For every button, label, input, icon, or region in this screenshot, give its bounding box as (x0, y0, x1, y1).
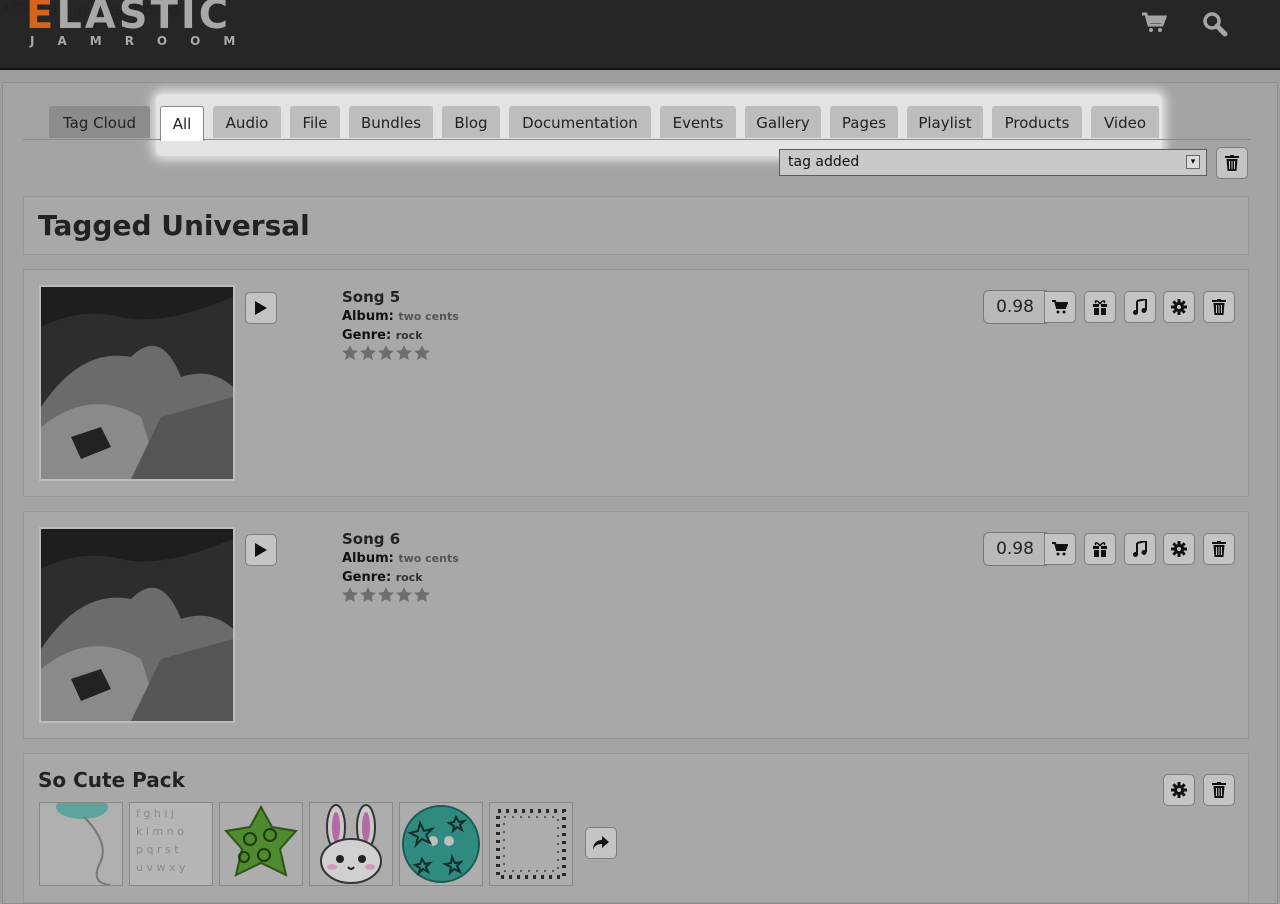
delete-button[interactable] (1203, 291, 1235, 323)
tab-gallery[interactable]: Gallery (745, 106, 821, 138)
trash-icon (1212, 541, 1226, 557)
add-to-playlist-button[interactable] (1124, 291, 1156, 323)
chevron-down-icon: ▾ (1186, 155, 1200, 169)
svg-text:k l m n o: k l m n o (136, 825, 184, 838)
play-icon (255, 543, 267, 557)
tab-pages[interactable]: Pages (830, 106, 898, 138)
bundle-thumbnail[interactable]: f g h i j k l m n o p q r s t u v w x y (129, 802, 213, 886)
bundle-thumbnail[interactable] (219, 802, 303, 886)
rating-stars[interactable] (342, 587, 432, 607)
tab-products[interactable]: Products (992, 106, 1082, 138)
settings-button[interactable] (1163, 291, 1195, 323)
tab-documentation[interactable]: Documentation (509, 106, 651, 138)
price-display: 0.98 (983, 532, 1047, 566)
tab-events[interactable]: Events (660, 106, 736, 138)
trash-icon (1212, 782, 1226, 798)
delete-button[interactable] (1203, 774, 1235, 806)
settings-button[interactable] (1163, 774, 1195, 806)
song-album: Album: two cents (342, 551, 459, 566)
logo-wordmark: ELASTIC (26, 0, 232, 38)
song-artwork[interactable] (39, 285, 235, 481)
bundle-item: So Cute Pack f g h i j k l m n o p q r s t… (23, 753, 1249, 903)
bundle-thumbnail[interactable] (489, 802, 573, 886)
gear-icon (1171, 299, 1187, 315)
music-note-icon (1133, 541, 1147, 557)
song-genre: Genre: rock (342, 570, 423, 585)
add-to-cart-button[interactable] (1044, 533, 1076, 565)
tab-tag-cloud[interactable]: Tag Cloud (49, 106, 150, 138)
tab-audio[interactable]: Audio (213, 106, 281, 138)
song-item: Song 5 Album: two cents Genre: rock 0.98 (23, 269, 1249, 497)
price-display: 0.98 (983, 290, 1047, 324)
settings-button[interactable] (1163, 533, 1195, 565)
svg-text:p q r s t: p q r s t (136, 843, 179, 856)
trash-icon (1212, 299, 1226, 315)
bundle-thumbnail[interactable] (39, 802, 123, 886)
page-title-block: Tagged Universal (23, 196, 1249, 255)
trash-icon (1225, 155, 1239, 171)
sort-select-value: tag added (788, 154, 860, 170)
bundle-thumbnail[interactable] (399, 802, 483, 886)
song-artwork[interactable] (39, 527, 235, 723)
search-icon[interactable] (1202, 11, 1228, 41)
song-title[interactable]: Song 6 (342, 530, 400, 548)
bundle-thumbnail[interactable] (309, 802, 393, 886)
tab-video[interactable]: Video (1091, 106, 1159, 138)
rating-stars[interactable] (342, 345, 432, 365)
tab-all[interactable]: All (160, 106, 204, 141)
song-album: Album: two cents (342, 309, 459, 324)
add-to-cart-button[interactable] (1044, 291, 1076, 323)
play-button[interactable] (245, 292, 277, 324)
song-item: Song 6 Album: two cents Genre: rock 0.98 (23, 511, 1249, 739)
gift-button[interactable] (1084, 291, 1116, 323)
main-panel: Tag Cloud All Audio File Bundles Blog Do… (2, 82, 1278, 904)
cart-icon (1052, 300, 1068, 314)
delete-tag-button[interactable] (1216, 147, 1248, 179)
tabs-divider (23, 139, 1251, 140)
delete-button[interactable] (1203, 533, 1235, 565)
play-button[interactable] (245, 534, 277, 566)
page-title: Tagged Universal (38, 209, 310, 242)
svg-text:f g h i j: f g h i j (136, 807, 174, 820)
music-note-icon (1133, 299, 1147, 315)
gear-icon (1171, 541, 1187, 557)
play-icon (255, 301, 267, 315)
gift-icon (1092, 541, 1108, 557)
share-arrow-icon (593, 836, 609, 850)
add-to-playlist-button[interactable] (1124, 533, 1156, 565)
share-button[interactable] (585, 827, 617, 859)
tab-blog[interactable]: Blog (442, 106, 500, 138)
tab-bundles[interactable]: Bundles (349, 106, 433, 138)
gift-icon (1092, 299, 1108, 315)
gift-button[interactable] (1084, 533, 1116, 565)
svg-text:u v w x y: u v w x y (136, 861, 186, 874)
cart-icon[interactable] (1141, 12, 1168, 38)
song-genre: Genre: rock (342, 328, 423, 343)
logo-subtitle: JAMROOM (30, 34, 259, 48)
bundle-title[interactable]: So Cute Pack (38, 768, 185, 792)
site-logo[interactable]: ELASTIC JAMROOM (26, 0, 258, 48)
tab-file[interactable]: File (290, 106, 340, 138)
cart-icon (1052, 542, 1068, 556)
sort-select[interactable]: tag added ▾ (779, 149, 1207, 176)
gear-icon (1171, 782, 1187, 798)
tab-playlist[interactable]: Playlist (907, 106, 983, 138)
site-header: ELASTIC JAMROOM ACP Admin Dashboard (0, 0, 1280, 70)
song-title[interactable]: Song 5 (342, 288, 400, 306)
